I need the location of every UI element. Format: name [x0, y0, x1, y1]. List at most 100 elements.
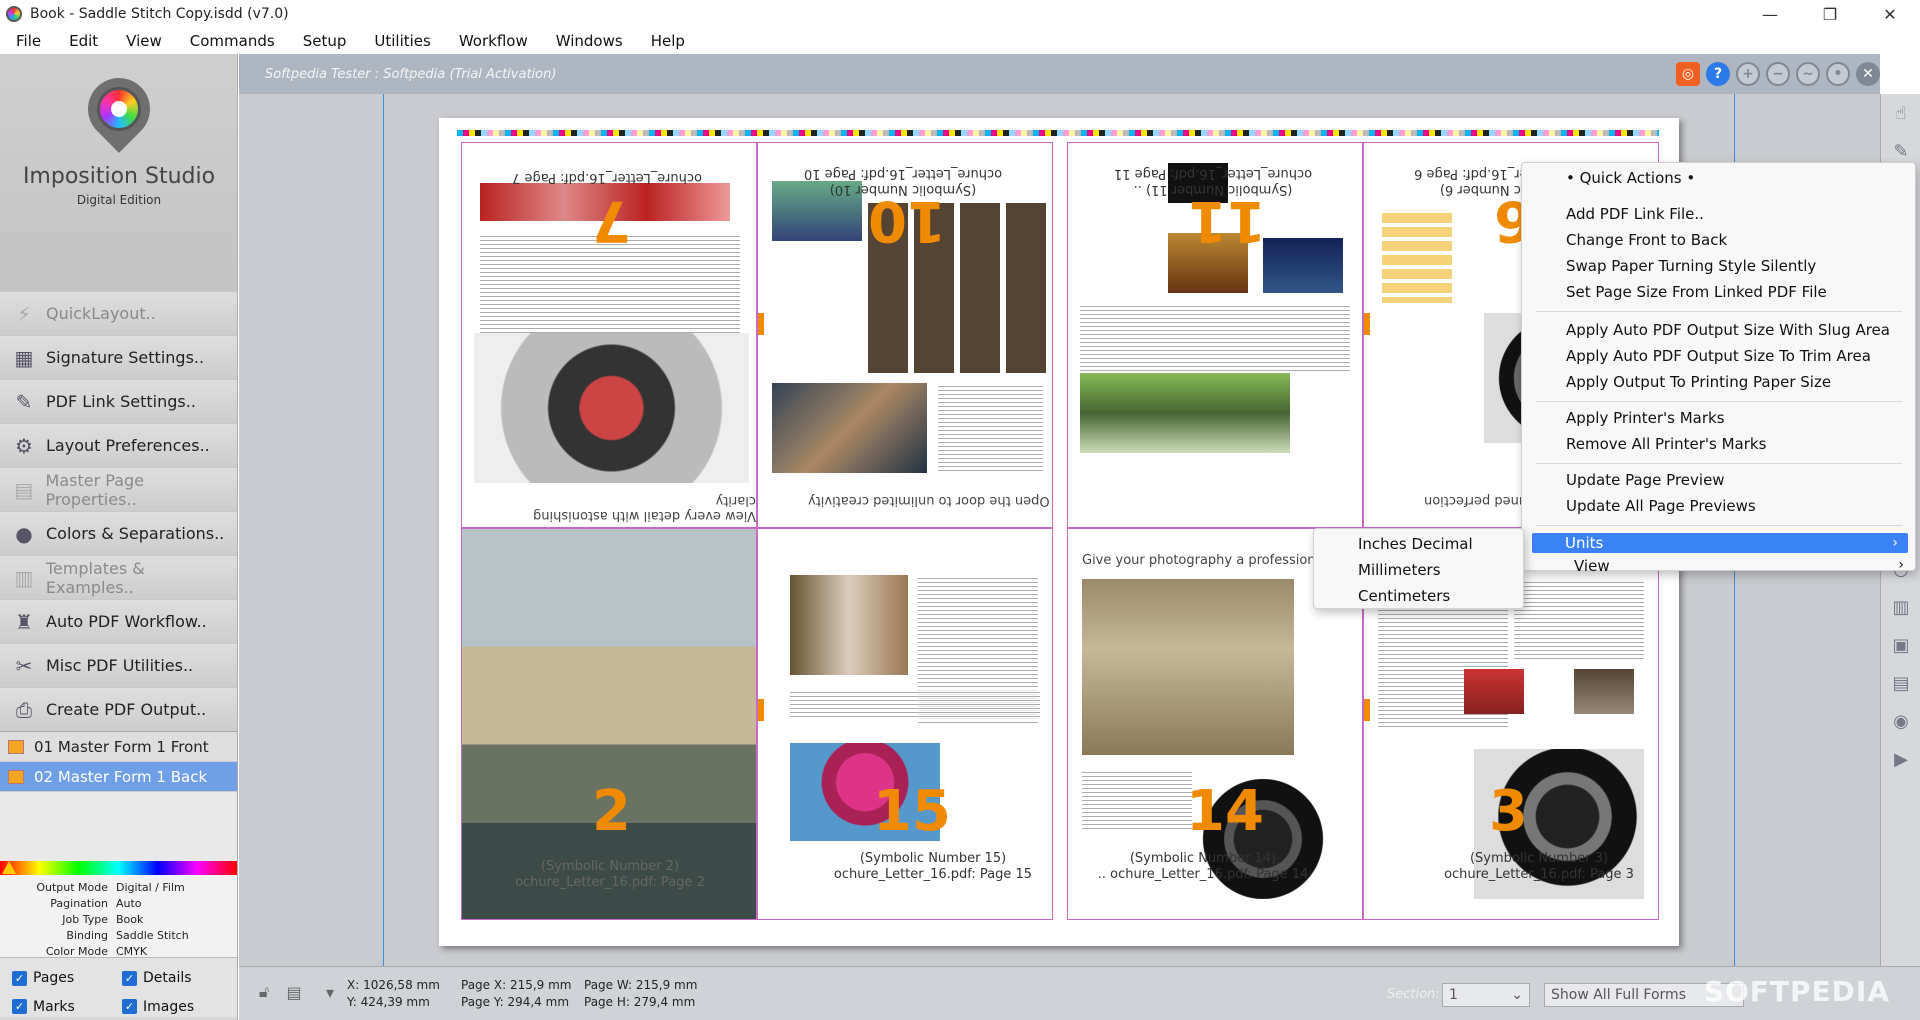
logo-name: Imposition Studio — [22, 164, 216, 189]
units-inches-decimal[interactable]: Inches Decimal — [1358, 535, 1473, 553]
sidebar-item-quicklayout[interactable]: ⚡ QuickLayout.. — [0, 291, 237, 335]
monitor-icon[interactable]: ▣ — [1881, 626, 1920, 664]
zoom-out-icon[interactable]: − — [1766, 62, 1790, 86]
sidebar-nav: ⚡ QuickLayout.. ▦ Signature Settings.. ✎ PDF … — [0, 291, 237, 731]
check-icon[interactable]: ✓ — [12, 970, 27, 986]
page-2[interactable]: 2 (Symbolic Number 2) ochure_Letter_16.p… — [461, 528, 757, 920]
sidebar-item-master-page-properties[interactable]: ▤ Master Page Properties.. — [0, 467, 237, 511]
zoom-fit-icon[interactable]: ~ — [1796, 62, 1820, 86]
menu-apply-marks[interactable]: Apply Printer's Marks — [1566, 409, 1725, 427]
support-icon[interactable]: ◎ — [1676, 62, 1700, 86]
menu-auto-output-slug[interactable]: Apply Auto PDF Output Size With Slug Are… — [1566, 321, 1890, 339]
page-headline: Give your photography a professional — [1082, 553, 1328, 568]
warning-icon — [2, 861, 16, 874]
menu-utilities[interactable]: Utilities — [374, 32, 430, 50]
form-item[interactable]: 01 Master Form 1 Front — [0, 732, 237, 762]
section-label: Section: — [1387, 987, 1440, 1002]
menu-edit[interactable]: Edit — [69, 32, 98, 50]
sidebar-item-label: Master Page Properties.. — [45, 470, 145, 509]
page-h: Page H: 279,4 mm — [584, 995, 696, 1009]
sidebar-item-create-pdf-output[interactable]: ⎙ Create PDF Output.. — [0, 687, 237, 731]
menu-remove-marks[interactable]: Remove All Printer's Marks — [1566, 435, 1766, 453]
colors-icon: ● — [15, 521, 33, 546]
menu-view[interactable]: View — [126, 32, 162, 50]
menu-setup[interactable]: Setup — [303, 32, 347, 50]
page-image — [1082, 579, 1294, 755]
notes-icon[interactable]: ▤ — [283, 981, 305, 1003]
menu-commands[interactable]: Commands — [190, 32, 275, 50]
minimize-button[interactable]: — — [1740, 0, 1800, 28]
menu-output-paper-size[interactable]: Apply Output To Printing Paper Size — [1566, 373, 1831, 391]
dropdown-icon[interactable]: ▾ — [319, 981, 341, 1003]
property-row: Binding Saddle Stitch — [0, 927, 237, 943]
menu-swap-turning[interactable]: Swap Paper Turning Style Silently — [1566, 257, 1816, 275]
menu-windows[interactable]: Windows — [556, 32, 623, 50]
menu-auto-output-trim[interactable]: Apply Auto PDF Output Size To Trim Area — [1566, 347, 1871, 365]
section-select[interactable]: 1 ⌄ — [1442, 983, 1530, 1007]
checkbox-marks[interactable]: ✓ Marks — [12, 997, 122, 1018]
check-icon[interactable]: ✓ — [122, 970, 137, 986]
page-11[interactable]: (Symbolic Number 11) .. ochure_Letter_16… — [1067, 142, 1363, 528]
document-icon[interactable]: ▤ — [1881, 664, 1920, 702]
menu-separator — [1536, 463, 1902, 464]
pointer-tool-icon[interactable]: ☝ — [1881, 94, 1920, 132]
page-7[interactable]: View every detail with astonishing clari… — [461, 142, 757, 528]
page-image — [1574, 669, 1634, 714]
units-millimeters[interactable]: Millimeters — [1358, 561, 1441, 579]
checkbox-details[interactable]: ✓ Details — [122, 968, 232, 989]
sidebar-item-colors-separations[interactable]: ● Colors & Separations.. — [0, 511, 237, 555]
menu-update-preview[interactable]: Update Page Preview — [1566, 471, 1725, 489]
page-x: Page X: 215,9 mm — [461, 978, 572, 992]
check-icon[interactable]: ✓ — [122, 999, 137, 1015]
check-icon[interactable]: ✓ — [12, 999, 27, 1015]
menu-workflow[interactable]: Workflow — [459, 32, 528, 50]
page-15[interactable]: 15 (Symbolic Number 15) ochure_Letter_16… — [757, 528, 1053, 920]
chart-icon[interactable]: ▥ — [1881, 588, 1920, 626]
menu-set-page-size[interactable]: Set Page Size From Linked PDF File — [1566, 283, 1827, 301]
menu-add-pdf-link[interactable]: Add PDF Link File.. — [1566, 205, 1704, 223]
help-icon[interactable]: ? — [1706, 62, 1730, 86]
sidebar-item-signature-settings[interactable]: ▦ Signature Settings.. — [0, 335, 237, 379]
menu-update-all-previews[interactable]: Update All Page Previews — [1566, 497, 1756, 515]
sidebar-item-label: QuickLayout.. — [46, 304, 156, 323]
menu-file[interactable]: File — [16, 32, 41, 50]
sidebar-item-misc-pdf-utilities[interactable]: ✂ Misc PDF Utilities.. — [0, 643, 237, 687]
sidebar-item-label: PDF Link Settings.. — [46, 392, 196, 411]
menu-units[interactable]: Units › — [1532, 533, 1908, 553]
workspace-header: Softpedia Tester : Softpedia (Trial Acti… — [239, 54, 1880, 94]
units-centimeters[interactable]: Centimeters — [1358, 587, 1450, 605]
eye-icon[interactable]: ◉ — [1881, 702, 1920, 740]
page-10[interactable]: Open the door to unlimited creativity (S… — [757, 142, 1053, 528]
page-text — [938, 383, 1043, 473]
checkbox-pages[interactable]: ✓ Pages — [12, 968, 122, 989]
softpedia-watermark: SOFTPEDIA — [1703, 975, 1890, 1008]
lock-icon[interactable]: 🔓︎ — [253, 981, 275, 1003]
zoom-in-icon[interactable]: + — [1736, 62, 1760, 86]
close-button[interactable]: ✕ — [1860, 0, 1920, 28]
menu-change-front-back[interactable]: Change Front to Back — [1566, 231, 1727, 249]
app-icon — [6, 6, 22, 22]
play-icon[interactable]: ▶ — [1881, 740, 1920, 778]
page-text — [1080, 303, 1350, 373]
form-item[interactable]: 02 Master Form 1 Back — [0, 762, 237, 792]
checkbox-label: Marks — [33, 998, 75, 1015]
menu-help[interactable]: Help — [651, 32, 685, 50]
page-number: 14 — [1186, 779, 1264, 844]
sidebar-item-auto-pdf-workflow[interactable]: ♜ Auto PDF Workflow.. — [0, 599, 237, 643]
checkbox-images[interactable]: ✓ Images — [122, 997, 232, 1018]
sidebar-item-label: Misc PDF Utilities.. — [46, 656, 194, 675]
fold-marker — [758, 699, 764, 721]
master-page-icon: ▤ — [14, 477, 34, 502]
menu-quick-actions: • Quick Actions • — [1566, 169, 1696, 187]
menu-view[interactable]: View › — [1574, 557, 1904, 575]
license-label: Softpedia Tester : Softpedia (Trial Acti… — [265, 66, 557, 82]
form-label: 02 Master Form 1 Back — [34, 767, 208, 786]
sidebar-item-layout-preferences[interactable]: ⚙ Layout Preferences.. — [0, 423, 237, 467]
page-image — [1263, 238, 1343, 293]
zoom-reset-icon[interactable]: • — [1826, 62, 1850, 86]
maximize-button[interactable]: ❐ — [1800, 0, 1860, 28]
guide-line[interactable] — [383, 94, 384, 966]
sidebar-item-templates-examples[interactable]: ▥ Templates & Examples.. — [0, 555, 237, 599]
close-view-icon[interactable]: ✕ — [1856, 62, 1880, 86]
sidebar-item-pdf-link-settings[interactable]: ✎ PDF Link Settings.. — [0, 379, 237, 423]
